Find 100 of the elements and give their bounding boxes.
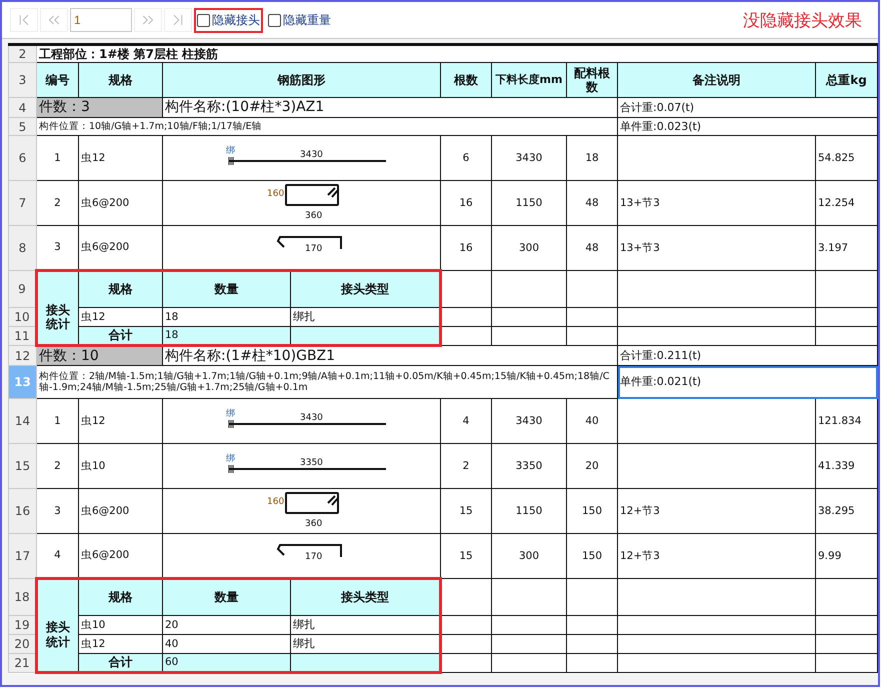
row-number: 9 (8, 270, 36, 308)
row-number: 6 (8, 136, 36, 180)
number-cell: 2 (36, 444, 78, 488)
joint-quantity-cell: 40 (162, 634, 290, 654)
note-cell: 12+节3 (618, 488, 816, 534)
note-cell: 13+节3 (618, 180, 816, 226)
length-cell: 300 (492, 534, 566, 578)
joint-total-quantity: 60 (162, 654, 290, 672)
count-cell: 15 (440, 534, 492, 578)
joint-header-cell: 数量 (162, 270, 290, 308)
count-cell: 6 (440, 136, 492, 180)
weight-cell: 38.295 (816, 488, 878, 534)
count-cell: 16 (440, 226, 492, 270)
length-cell: 3430 (492, 136, 566, 180)
tie-label: 绑 (226, 409, 234, 419)
note-cell: 13+节3 (618, 226, 816, 270)
count-cell: 16 (440, 180, 492, 226)
row-number: 18 (8, 578, 36, 616)
column-header: 备注说明 (618, 62, 816, 98)
joint-header-cell: 接头类型 (290, 578, 440, 616)
side-label: 160 (266, 189, 284, 199)
pieces-cell: 150 (566, 534, 618, 578)
count-cell: 2 (440, 444, 492, 488)
count-cell: 4 (440, 398, 492, 444)
joint-header-cell: 数量 (162, 578, 290, 616)
note-cell: 12+节3 (618, 534, 816, 578)
row-number: 14 (8, 398, 36, 444)
joint-total-label: 合计 (78, 654, 162, 672)
checkbox[interactable]: 隐藏重量 (267, 10, 332, 30)
spec-cell: 虫12 (78, 136, 162, 180)
joint-stats-label: 接头统计 (36, 578, 78, 672)
joint-quantity-cell: 18 (162, 308, 290, 326)
joint-type-cell: 绑扎 (290, 308, 440, 326)
column-header: 下料长度mm (492, 62, 566, 98)
column-header: 编号 (36, 62, 78, 98)
length-cell: 1150 (492, 180, 566, 226)
number-cell: 3 (36, 226, 78, 270)
length-label: 360 (304, 211, 322, 221)
pieces-cell: 40 (566, 398, 618, 444)
row-number: 15 (8, 444, 36, 488)
joint-header-cell: 接头类型 (290, 270, 440, 308)
row-number: 19 (8, 616, 36, 634)
row-number: 10 (8, 308, 36, 326)
number-cell: 3 (36, 488, 78, 534)
length-label: 3430 (300, 413, 322, 423)
sheet-title: 工程部位：1#楼 第7层柱 柱接筋 (36, 44, 878, 62)
number-cell: 1 (36, 136, 78, 180)
unit-weight-cell: 单件重:0.021(t) (618, 366, 878, 398)
pieces-cell: 48 (566, 180, 618, 226)
checkbox[interactable]: 隐藏接头 (196, 10, 261, 30)
pieces-cell: 18 (566, 136, 618, 180)
length-label: 170 (304, 244, 322, 254)
tie-label: 绑 (226, 146, 234, 156)
stirrup-drawing (284, 492, 338, 514)
row-number: 20 (8, 634, 36, 654)
joint-type-cell: 绑扎 (290, 634, 440, 654)
joint-spec-cell: 虫10 (78, 616, 162, 634)
joint-total-label: 合计 (78, 326, 162, 346)
component-name-cell: 构件名称:(10#柱*3)AZ1 (162, 98, 618, 118)
number-cell: 2 (36, 180, 78, 226)
row-number: 13 (8, 366, 36, 398)
tie-label: 绑 (226, 454, 234, 464)
weight-cell: 41.339 (816, 444, 878, 488)
stirrup-drawing (284, 184, 338, 206)
row-number: 8 (8, 226, 36, 270)
pieces-cell: 150 (566, 488, 618, 534)
column-header: 根数 (440, 62, 492, 98)
joint-quantity-cell: 20 (162, 616, 290, 634)
row-number: 5 (8, 118, 36, 136)
weight-cell: 121.834 (816, 398, 878, 444)
total-weight-cell: 合计重:0.07(t) (618, 98, 878, 118)
length-label: 3350 (300, 458, 322, 468)
row-number: 17 (8, 534, 36, 578)
annotation-text: 没隐藏接头效果 (743, 10, 863, 32)
pieces-cell: 48 (566, 226, 618, 270)
length-cell: 300 (492, 226, 566, 270)
number-cell: 1 (36, 398, 78, 444)
pieces-cell: 20 (566, 444, 618, 488)
component-name-cell: 构件名称:(1#柱*10)GBZ1 (162, 346, 618, 366)
spec-cell: 虫10 (78, 444, 162, 488)
page-input[interactable]: 1 (70, 8, 132, 32)
joint-type-cell: 绑扎 (290, 616, 440, 634)
length-label: 170 (304, 552, 322, 562)
number-cell: 4 (36, 534, 78, 578)
row-number: 16 (8, 488, 36, 534)
weight-cell: 54.825 (816, 136, 878, 180)
column-header: 钢筋图形 (162, 62, 440, 98)
unit-weight-cell: 单件重:0.023(t) (618, 118, 878, 136)
joint-stats-label: 接头统计 (36, 270, 78, 346)
spec-cell: 虫6@200 (78, 226, 162, 270)
joint-spec-cell: 虫12 (78, 634, 162, 654)
joint-header-cell: 规格 (78, 578, 162, 616)
joint-spec-cell: 虫12 (78, 308, 162, 326)
spec-cell: 虫6@200 (78, 488, 162, 534)
row-number: 7 (8, 180, 36, 226)
position-cell: 构件位置：10轴/G轴+1.7m;10轴/F轴;1/17轴/E轴 (36, 118, 618, 136)
row-number: 12 (8, 346, 36, 366)
total-weight-cell: 合计重:0.211(t) (618, 346, 878, 366)
column-header: 配料根数 (566, 62, 618, 98)
length-label: 3430 (300, 150, 322, 160)
